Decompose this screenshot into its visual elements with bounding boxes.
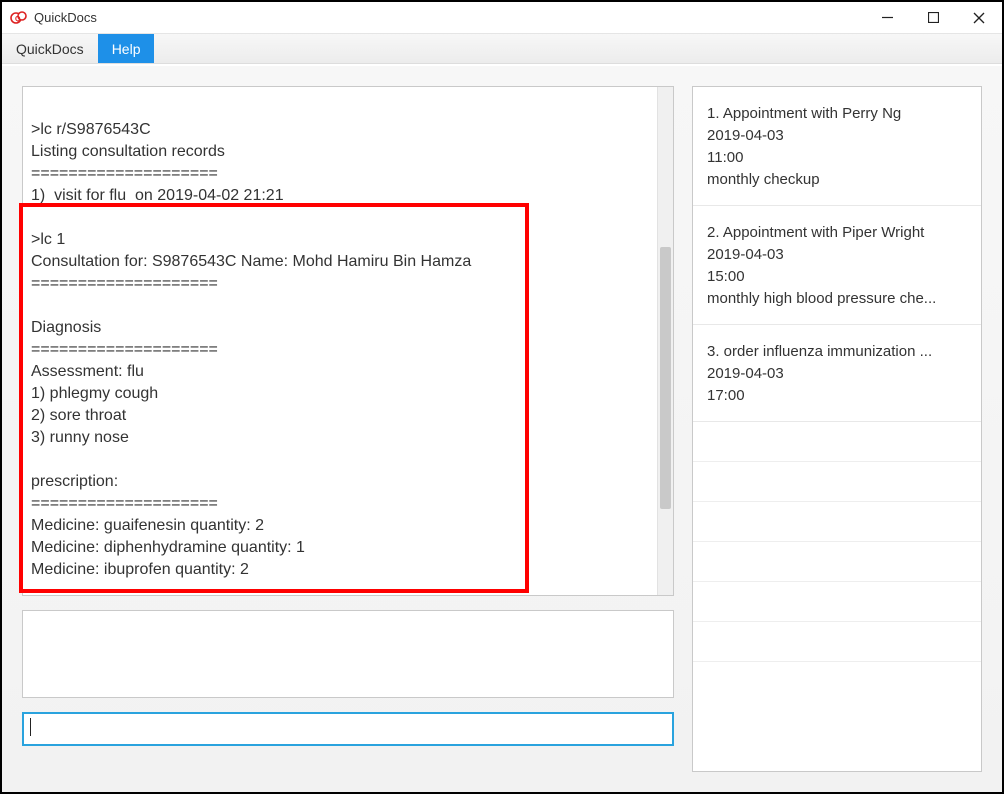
console-line: ==================== [31,275,218,292]
left-column: >lc r/S9876543C Listing consultation rec… [22,86,674,772]
appointment-date: 2019-04-03 [707,125,967,147]
list-blank-row [693,582,981,622]
console-scrollbar[interactable] [657,87,673,595]
console-scrollbar-thumb[interactable] [660,247,671,509]
appointment-title: 3. order influenza immunization ... [707,341,967,363]
list-blank-row [693,502,981,542]
maximize-button[interactable] [910,2,956,33]
minimize-button[interactable] [864,2,910,33]
console-line: Diagnosis [31,319,101,336]
appointment-date: 2019-04-03 [707,363,967,385]
console-line: ==================== [31,165,218,182]
svg-text:Q: Q [15,16,21,23]
console-line: ==================== [31,341,218,358]
console-line: 1) phlegmy cough [31,385,158,402]
console-line: 2) sore throat [31,407,126,424]
console-line: >lc 1 [31,231,65,248]
menu-quickdocs[interactable]: QuickDocs [2,34,98,63]
list-blank-row [693,622,981,662]
console-line: 3) runny nose [31,429,129,446]
appointment-item[interactable]: 1. Appointment with Perry Ng 2019-04-03 … [693,87,981,206]
console-output: >lc r/S9876543C Listing consultation rec… [23,87,657,595]
console-line: Assessment: flu [31,363,144,380]
right-column: 1. Appointment with Perry Ng 2019-04-03 … [692,86,982,772]
window-controls [864,2,1002,33]
list-blank-row [693,462,981,502]
console-line: Consultation for: S9876543C Name: Mohd H… [31,253,471,270]
console-line: Medicine: ibuprofen quantity: 2 [31,561,249,578]
close-button[interactable] [956,2,1002,33]
appointment-item[interactable]: 3. order influenza immunization ... 2019… [693,325,981,422]
appointment-time: 11:00 [707,147,967,169]
command-input-wrap [22,712,674,746]
appointment-note: monthly checkup [707,169,967,191]
appointment-title: 2. Appointment with Piper Wright [707,222,967,244]
window-title: QuickDocs [34,10,864,25]
console-line: prescription: [31,473,118,490]
menubar: QuickDocs Help [2,34,1002,64]
appointments-panel: 1. Appointment with Perry Ng 2019-04-03 … [692,86,982,772]
text-cursor [30,718,31,736]
console-line: ==================== [31,495,218,512]
workarea: >lc r/S9876543C Listing consultation rec… [2,66,1002,792]
titlebar: Q QuickDocs [2,2,1002,34]
app-icon: Q [10,9,28,27]
list-blank-row [693,542,981,582]
appointment-time: 17:00 [707,385,967,407]
console-line: 1) visit for flu on 2019-04-02 21:21 [31,187,284,204]
console-line: >lc r/S9876543C [31,121,151,138]
appointment-title: 1. Appointment with Perry Ng [707,103,967,125]
appointment-date: 2019-04-03 [707,244,967,266]
result-panel [22,610,674,698]
command-input[interactable] [22,712,674,746]
menu-help[interactable]: Help [98,34,155,63]
appointment-time: 15:00 [707,266,967,288]
console-line: Medicine: diphenhydramine quantity: 1 [31,539,305,556]
list-blank-row [693,422,981,462]
console-line: Medicine: guaifenesin quantity: 2 [31,517,264,534]
appointment-item[interactable]: 2. Appointment with Piper Wright 2019-04… [693,206,981,325]
console-line: Listing consultation records [31,143,225,160]
appointment-note: monthly high blood pressure che... [707,288,967,310]
console-panel: >lc r/S9876543C Listing consultation rec… [22,86,674,596]
